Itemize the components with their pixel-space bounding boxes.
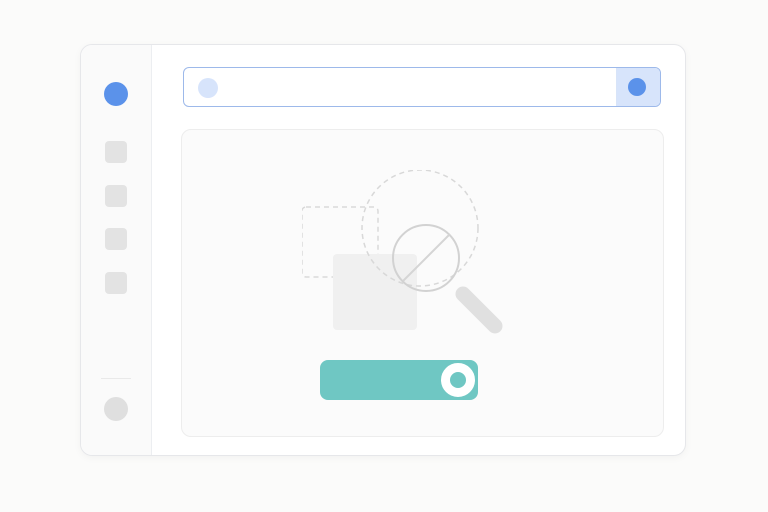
app-dot-icon[interactable] xyxy=(104,82,128,106)
sidebar-item-3[interactable] xyxy=(105,228,127,250)
search-input[interactable] xyxy=(226,69,610,106)
sidebar-item-4[interactable] xyxy=(105,272,127,294)
primary-action-button[interactable] xyxy=(320,360,478,400)
toggle-knob-dot xyxy=(450,372,466,388)
search-dot-icon xyxy=(198,78,218,98)
search-bar[interactable] xyxy=(183,67,661,107)
toggle-knob-icon xyxy=(438,360,478,400)
user-avatar-icon[interactable] xyxy=(104,397,128,421)
sidebar-divider xyxy=(101,378,131,379)
sidebar-item-1[interactable] xyxy=(105,141,127,163)
background-card-shape xyxy=(333,254,417,330)
search-submit-icon xyxy=(628,78,646,96)
sidebar xyxy=(81,45,152,455)
search-submit-button[interactable] xyxy=(616,68,660,106)
sidebar-item-2[interactable] xyxy=(105,185,127,207)
empty-state-card xyxy=(181,129,664,437)
dashed-search-ring-shape xyxy=(361,170,479,287)
app-window xyxy=(80,44,686,456)
empty-state-illustration xyxy=(302,170,503,334)
